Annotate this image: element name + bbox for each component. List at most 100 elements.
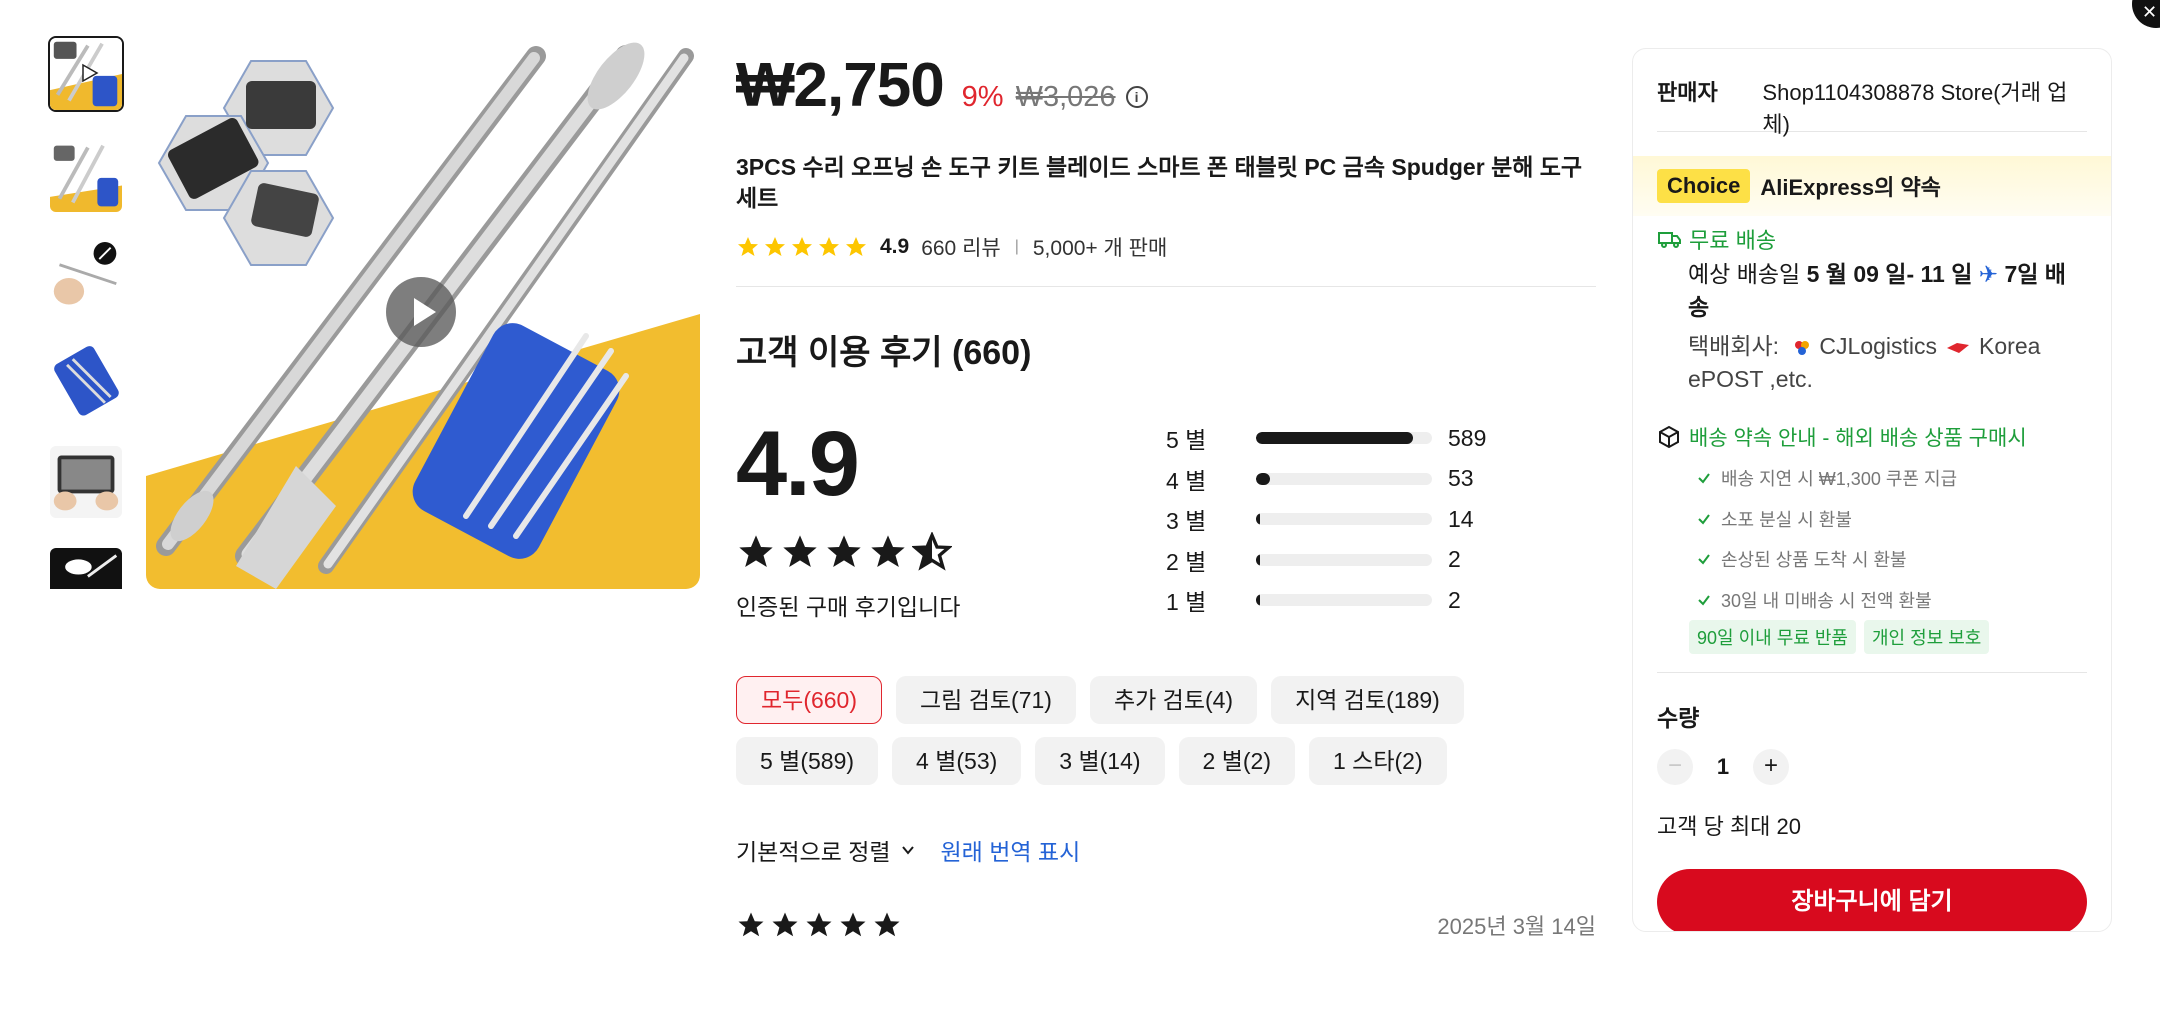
decrease-quantity-button[interactable]: − [1657,749,1693,785]
rating-distribution: 5 별 589 4 별 53 3 별 14 2 별 2 1 별 2 [1166,418,1566,621]
promise-list: 배송 지연 시 ₩1,300 쿠폰 지급 소포 분실 시 환불 손상된 상품 도… [1633,458,2111,620]
delivery-estimate: 예상 배송일 5 월 09 일- 11 일 ✈ 7일 배송 [1688,258,2087,324]
free-returns-badge: 90일 이내 무료 반품 [1689,620,1856,654]
choice-badge: Choice [1657,169,1751,203]
check-icon [1698,514,1710,525]
average-score: 4.9 [736,413,860,515]
product-info: ₩2,750 9% ₩3,026 i 3PCS 수리 오프닝 손 도구 키트 블… [736,50,1596,941]
sort-dropdown[interactable]: 기본적으로 정렬 [736,833,915,867]
distribution-count: 53 [1448,465,1474,492]
review-stars [736,910,902,940]
discount-percent: 9% [961,81,1004,113]
promise-text: 30일 내 미배송 시 전액 환불 [1721,590,1932,611]
promise-text: 손상된 상품 도착 시 환불 [1721,550,1907,571]
review-date: 2025년 3월 14일 [1437,914,1596,939]
star-icon [827,535,861,567]
star-icon [819,237,839,256]
filter-chip-all[interactable]: 모두(660) [736,676,883,724]
free-shipping-label: 무료 배송 [1689,228,1777,253]
thumbnail-image-2[interactable] [48,138,124,214]
promise-item: 손상된 상품 도착 시 환불 [1697,539,2111,580]
star-icon [772,912,798,937]
review-count-link[interactable]: 660 리뷰 [921,232,1001,262]
delivery-promise-label: 배송 약속 안내 - 해외 배송 상품 구매시 [1689,427,2027,450]
quantity-label: 수량 [1657,705,1700,731]
star-icon [738,237,758,256]
thumbnail-list [48,36,126,589]
delivery-promise-link[interactable]: 배송 약속 안내 - 해외 배송 상품 구매시 [1633,420,2111,454]
thumbnail-image-3[interactable] [48,240,124,316]
distribution-row[interactable]: 4 별 53 [1166,459,1566,500]
show-original-link[interactable]: 원래 번역 표시 [941,833,1081,867]
promise-item: 배송 지연 시 ₩1,300 쿠폰 지급 [1697,458,2111,499]
choice-banner: Choice AliExpress의 약속 [1633,156,2111,216]
purchase-panel: 판매자 Shop1104308878 Store(거래 업체) Choice A… [1632,48,2112,932]
service-badges: 90일 이내 무료 반품 개인 정보 보호 [1633,620,2111,654]
check-icon [1698,473,1710,484]
distribution-bar-fill [1256,472,1271,485]
filter-chip-5-star[interactable]: 5 별(589) [736,737,879,785]
thumbnail-image-4[interactable] [48,342,124,418]
increase-quantity-button[interactable]: + [1753,749,1789,785]
distribution-bar-fill [1256,553,1260,566]
play-video-button[interactable] [386,277,456,347]
half-star-icon [912,532,952,571]
sort-row: 기본적으로 정렬 원래 번역 표시 [736,833,1596,867]
close-icon: ✕ [2142,2,2158,22]
truck-icon [1658,232,1681,248]
rating-value: 4.9 [880,235,910,258]
star-icon [783,535,817,567]
sort-label: 기본적으로 정렬 [736,839,891,865]
thumbnail-image-6[interactable] [48,546,124,589]
choice-text: AliExpress의 약속 [1760,175,1941,200]
chevron-down-icon [901,846,914,855]
filter-chip-3-star[interactable]: 3 별(14) [1035,737,1165,785]
add-to-cart-button[interactable]: 장바구니에 담기 [1657,869,2087,931]
review-filters: 모두(660) 그림 검토(71) 추가 검토(4) 지역 검토(189) 5 … [736,676,1596,785]
divider: | [1014,238,1019,255]
filter-chip-4-star[interactable]: 4 별(53) [892,737,1022,785]
distribution-label: 3 별 [1166,508,1207,535]
carrier-info: 택배회사: CJLogistics Korea ePOST ,etc. [1688,330,2087,396]
filter-chip-photo[interactable]: 그림 검토(71) [896,676,1076,724]
seller-label: 판매자 [1657,80,1718,105]
distribution-row[interactable]: 3 별 14 [1166,499,1566,540]
filter-chip-additional[interactable]: 추가 검토(4) [1089,676,1258,724]
distribution-row[interactable]: 1 별 2 [1166,580,1566,621]
check-icon [1698,595,1710,606]
quantity-value[interactable]: 1 [1693,754,1753,780]
carrier-prefix: 택배회사: [1688,333,1786,359]
seller-name-link[interactable]: Shop1104308878 Store(거래 업체) [1762,75,2087,137]
rating-stars [736,235,868,259]
star-icon [792,237,812,256]
close-button[interactable]: ✕ [2132,0,2160,28]
info-icon[interactable]: i [1125,86,1148,108]
distribution-count: 14 [1448,505,1474,532]
distribution-count: 2 [1448,586,1461,613]
sold-count: 5,000+ 개 판매 [1032,237,1168,260]
filter-chip-2-star[interactable]: 2 별(2) [1178,737,1295,785]
main-product-image[interactable] [146,36,700,589]
delivery-info: 예상 배송일 5 월 09 일- 11 일 ✈ 7일 배송 택배회사: CJLo… [1633,258,2111,396]
thumbnail-video[interactable] [48,36,124,112]
seller-row: 판매자 Shop1104308878 Store(거래 업체) [1633,49,2111,137]
reviews-section-title: 고객 이용 후기 (660) [736,334,1032,372]
filter-chip-1-star[interactable]: 1 스타(2) [1309,737,1447,785]
check-icon [1698,554,1710,565]
promise-item: 30일 내 미배송 시 전액 환불 [1697,580,2111,621]
thumbnail-image-5[interactable] [48,444,124,520]
distribution-bar-fill [1256,432,1413,445]
free-shipping-row: 무료 배송 [1633,220,2111,258]
rating-row: 4.9 660 리뷰 | 5,000+ 개 판매 [736,232,1596,262]
current-price: ₩2,750 [736,51,945,120]
distribution-row[interactable]: 5 별 589 [1166,418,1566,459]
carrier-cj: CJLogistics [1819,333,1938,359]
distribution-bar [1256,513,1432,526]
distribution-label: 5 별 [1166,427,1207,454]
distribution-bar [1256,594,1432,607]
filter-chip-local[interactable]: 지역 검토(189) [1271,676,1464,724]
distribution-row[interactable]: 2 별 2 [1166,540,1566,581]
product-title: 3PCS 수리 오프닝 손 도구 키트 블레이드 스마트 폰 태블릿 PC 금속… [736,154,1583,211]
distribution-count: 2 [1448,546,1461,573]
distribution-label: 2 별 [1166,548,1207,575]
